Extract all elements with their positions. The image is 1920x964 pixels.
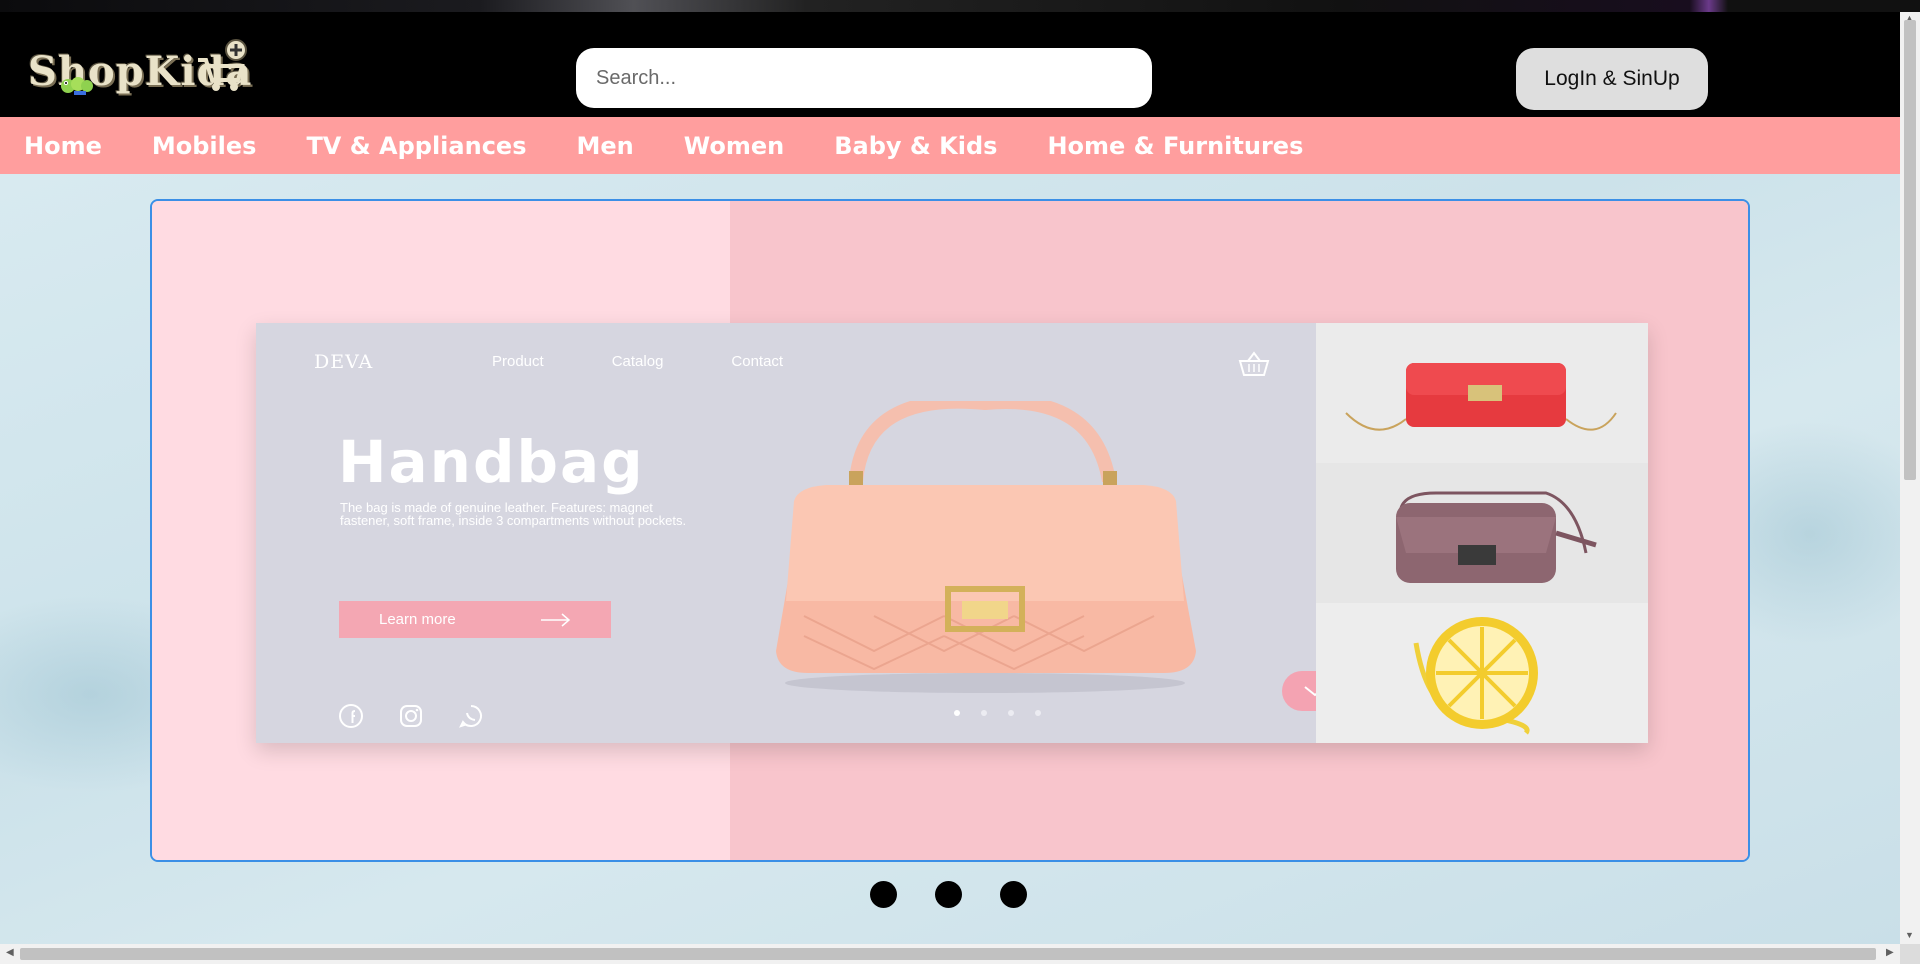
nav-item-baby-kids[interactable]: Baby & Kids	[834, 132, 997, 160]
banner-nav-contact: Contact	[731, 353, 784, 370]
banner-main-panel: DEVA Product Catalog Contact Handbag The…	[256, 323, 1348, 743]
banner-brand: DEVA	[314, 351, 374, 373]
vertical-scroll-thumb[interactable]	[1904, 20, 1916, 480]
banner-pagination-dots	[954, 710, 1041, 716]
scrollbar-corner	[1900, 944, 1920, 964]
lemon-bag-thumbnail	[1316, 603, 1648, 743]
lemon-bag-image	[1413, 617, 1538, 735]
banner-dot-4	[1035, 710, 1041, 716]
banner-description: The bag is made of genuine leather. Feat…	[340, 500, 687, 528]
instagram-icon	[400, 705, 422, 727]
arrow-right-icon	[541, 612, 571, 627]
banner-nav-product: Product	[492, 353, 544, 370]
banner-social-links	[338, 703, 484, 729]
carousel-indicator-3[interactable]	[1000, 881, 1027, 908]
scroll-down-icon[interactable]: ▼	[1905, 930, 1914, 940]
horizontal-scrollbar[interactable]: ◀ ▶	[0, 944, 1900, 964]
banner-learn-more-button: Learn more	[339, 601, 611, 638]
carousel-indicator-2[interactable]	[935, 881, 962, 908]
banner-thumbnails	[1316, 323, 1648, 743]
whatsapp-icon	[459, 705, 482, 728]
slide-banner-image: DEVA Product Catalog Contact Handbag The…	[256, 323, 1648, 743]
banner-nav: Product Catalog Contact	[492, 353, 783, 370]
caterpillar-icon	[61, 77, 93, 95]
vertical-scrollbar[interactable]: ▲ ▼	[1900, 12, 1920, 944]
carousel-indicator-1[interactable]	[870, 881, 897, 908]
basket-icon	[1238, 351, 1270, 376]
mauve-bag-thumbnail	[1316, 463, 1648, 603]
banner-learn-more-label: Learn more	[379, 611, 456, 628]
nav-item-women[interactable]: Women	[684, 132, 784, 160]
mauve-bag-image	[1396, 491, 1597, 583]
hero-carousel[interactable]: DEVA Product Catalog Contact Handbag The…	[150, 199, 1750, 862]
site-logo[interactable]: ShopKida	[26, 30, 251, 100]
banner-nav-catalog: Catalog	[611, 353, 664, 370]
pink-handbag-image	[776, 401, 1196, 693]
banner-title: Handbag	[338, 428, 645, 496]
banner-dot-1	[954, 710, 960, 716]
nav-item-tv-appliances[interactable]: TV & Appliances	[306, 132, 526, 160]
horizontal-scroll-thumb[interactable]	[20, 948, 1876, 960]
nav-item-mobiles[interactable]: Mobiles	[152, 132, 257, 160]
category-nav: Home Mobiles TV & Appliances Men Women B…	[0, 117, 1900, 174]
carousel-indicators	[870, 881, 1027, 908]
banner-dot-3	[1008, 710, 1014, 716]
red-bag-image	[1345, 363, 1617, 431]
scroll-left-icon[interactable]: ◀	[6, 947, 14, 958]
nav-item-men[interactable]: Men	[576, 132, 633, 160]
scroll-right-icon[interactable]: ▶	[1886, 947, 1894, 958]
banner-dot-2	[981, 710, 987, 716]
browser-top-strip	[0, 0, 1920, 12]
facebook-icon	[339, 704, 363, 728]
red-bag-thumbnail	[1316, 323, 1648, 463]
cart-plus-icon	[198, 39, 247, 91]
nav-item-home[interactable]: Home	[24, 132, 102, 160]
nav-item-home-furnitures[interactable]: Home & Furnitures	[1047, 132, 1303, 160]
login-signup-button[interactable]: LogIn & SinUp	[1516, 48, 1708, 110]
search-input[interactable]	[576, 48, 1152, 108]
site-header: ShopKida LogIn & SinUp	[0, 12, 1900, 117]
